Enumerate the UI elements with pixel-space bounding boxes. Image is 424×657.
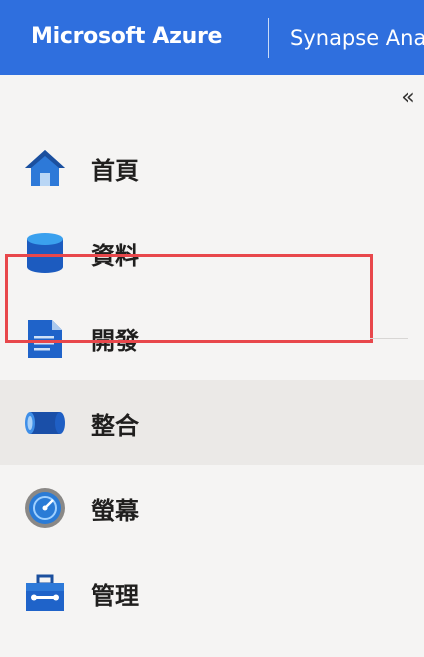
sidebar-item-label: 螢幕 <box>91 497 139 525</box>
sidebar-item-develop[interactable]: 開發 <box>0 295 424 380</box>
product-title[interactable]: Synapse Analytics <box>290 26 424 50</box>
sidebar-item-data[interactable]: 資料 <box>0 210 424 295</box>
selected-row-divider <box>370 338 408 339</box>
sidebar-item-monitor[interactable]: 螢幕 <box>0 465 424 550</box>
sidebar-item-home[interactable]: 首頁 <box>0 125 424 210</box>
sidebar-item-label: 資料 <box>91 242 139 270</box>
toolbox-icon <box>22 571 68 615</box>
header-divider <box>268 18 269 58</box>
sidebar-item-label: 管理 <box>91 582 139 610</box>
sidebar-item-integrate[interactable]: 整合 <box>0 380 424 465</box>
brand-title[interactable]: Microsoft Azure <box>31 24 222 49</box>
sidebar-item-label: 首頁 <box>91 157 139 185</box>
sidebar-item-manage[interactable]: 管理 <box>0 550 424 635</box>
top-bar: Microsoft Azure Synapse Analytics <box>0 0 424 75</box>
home-icon <box>22 146 68 190</box>
data-cylinder-icon <box>22 231 68 275</box>
monitor-gauge-icon <box>22 486 68 530</box>
sidebar-item-label: 開發 <box>91 327 139 355</box>
collapse-sidebar-button[interactable]: « <box>396 84 420 112</box>
document-icon <box>22 316 68 360</box>
pipeline-icon <box>22 401 68 445</box>
sidebar-item-label: 整合 <box>91 412 139 440</box>
